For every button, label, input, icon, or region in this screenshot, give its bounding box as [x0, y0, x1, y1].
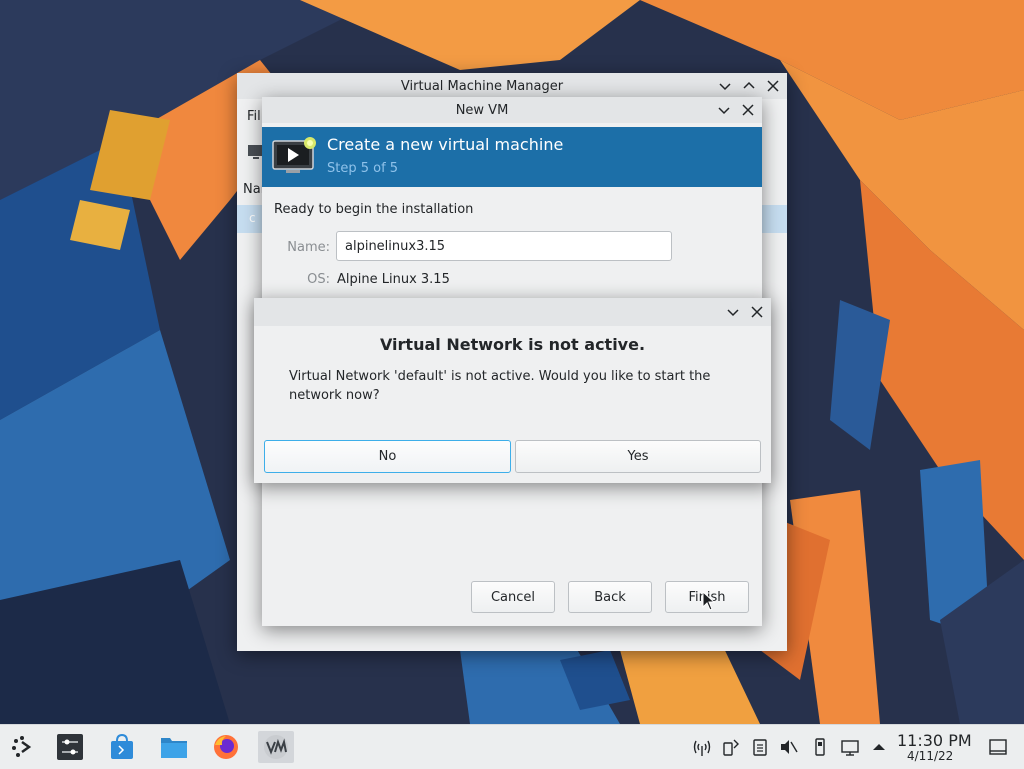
new-vm-window-title: New VM	[455, 102, 509, 118]
virt-manager-icon	[264, 735, 288, 759]
usb-device-tray[interactable]	[810, 737, 830, 757]
mouse-cursor-icon	[702, 591, 716, 611]
yes-button[interactable]: Yes	[515, 440, 761, 473]
chevron-down-icon	[719, 83, 731, 91]
system-settings-icon	[57, 734, 83, 760]
clipboard-tray[interactable]	[750, 737, 770, 757]
vmm-titlebar[interactable]: Virtual Machine Manager	[237, 73, 787, 99]
volume-muted-icon	[781, 740, 798, 754]
taskbar: 11:30 PM 4/11/22	[0, 724, 1024, 769]
file-manager-button[interactable]	[156, 731, 192, 763]
discover-store-icon	[111, 733, 133, 759]
new-vm-titlebar[interactable]: New VM	[262, 97, 762, 123]
chevron-up-icon	[743, 81, 755, 89]
os-value: Alpine Linux 3.15	[337, 272, 450, 287]
dialog-minimize-button[interactable]	[723, 302, 743, 322]
virtual-machine-icon	[272, 137, 316, 173]
usb-device-icon	[815, 738, 825, 756]
dialog-heading: Virtual Network is not active.	[379, 335, 646, 354]
cancel-button[interactable]: Cancel	[471, 581, 555, 613]
vmm-close-button[interactable]	[763, 76, 783, 96]
dialog-message: Virtual Network 'default' is not active.…	[289, 369, 711, 403]
show-desktop-button[interactable]	[988, 737, 1008, 757]
virt-manager-button[interactable]	[258, 731, 294, 763]
display-tray[interactable]	[840, 737, 860, 757]
volume-tray[interactable]	[779, 737, 799, 757]
kde-connect-tray[interactable]	[721, 737, 741, 757]
chevron-down-icon	[718, 107, 730, 115]
name-label: Name:	[287, 240, 330, 255]
no-button[interactable]: No	[264, 440, 511, 473]
discover-store-button[interactable]	[104, 731, 140, 763]
dialog-titlebar[interactable]	[254, 298, 771, 326]
chevron-down-icon	[727, 309, 739, 317]
back-button[interactable]: Back	[568, 581, 652, 613]
wizard-title: Create a new virtual machine	[327, 135, 564, 154]
kde-connect-icon	[723, 739, 739, 756]
vm-list-row-label: c	[249, 211, 256, 225]
app-launcher-icon	[12, 736, 32, 757]
wizard-step: Step 5 of 5	[327, 161, 399, 176]
virtual-network-dialog: Virtual Network is not active. Virtual N…	[254, 298, 771, 483]
wizard-banner: Create a new virtual machine Step 5 of 5	[262, 127, 762, 187]
close-icon	[767, 80, 779, 92]
file-manager-icon	[161, 738, 187, 758]
app-launcher-button[interactable]	[4, 731, 40, 763]
ready-text: Ready to begin the installation	[274, 202, 474, 217]
vmm-maximize-button[interactable]	[739, 76, 759, 96]
close-icon	[742, 104, 754, 116]
display-icon	[841, 740, 859, 756]
new-vm-close-button[interactable]	[738, 100, 758, 120]
menu-file[interactable]: Fil	[247, 109, 261, 124]
clock-date[interactable]: 4/11/22	[907, 749, 953, 763]
firefox-icon	[214, 735, 238, 759]
tray-expand-button[interactable]	[869, 737, 889, 757]
network-monitor-tray[interactable]	[692, 737, 712, 757]
vmm-window-title: Virtual Machine Manager	[400, 78, 564, 94]
vmm-minimize-button[interactable]	[715, 76, 735, 96]
close-icon	[751, 306, 763, 318]
firefox-button[interactable]	[208, 731, 244, 763]
clock-time[interactable]: 11:30 PM	[897, 731, 972, 750]
tray-expand-icon	[873, 744, 885, 750]
os-label: OS:	[307, 272, 330, 287]
clipboard-icon	[753, 739, 767, 756]
new-vm-minimize-button[interactable]	[714, 100, 734, 120]
dialog-close-button[interactable]	[747, 302, 767, 322]
network-monitor-icon	[693, 740, 711, 756]
system-settings-button[interactable]	[52, 731, 88, 763]
show-desktop-icon	[989, 739, 1007, 755]
vm-name-input[interactable]	[336, 231, 672, 261]
